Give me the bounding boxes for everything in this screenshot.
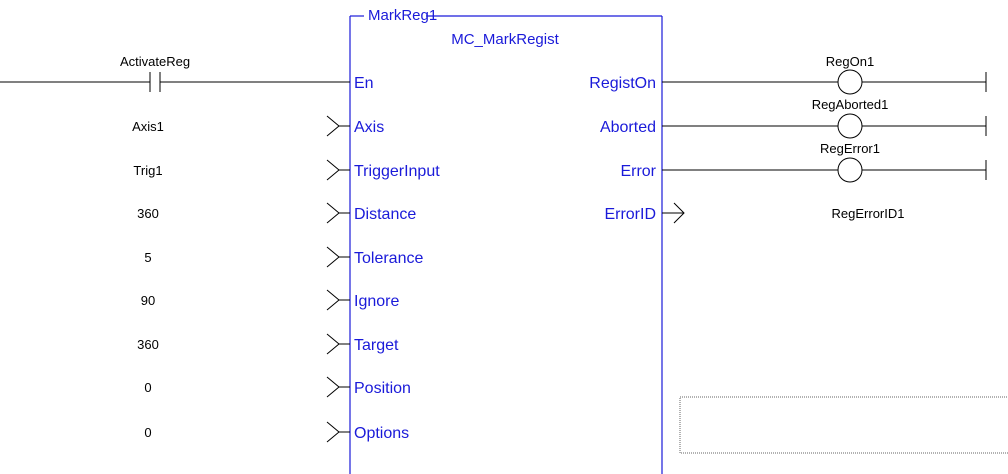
pin-tolerance: Tolerance <box>354 250 423 267</box>
input-value-ignore[interactable]: 90 <box>141 293 155 308</box>
input-tolerance: 5 Tolerance <box>144 246 423 268</box>
output-errorid: ErrorID RegErrorID1 <box>604 202 905 224</box>
input-value-triggerinput[interactable]: Trig1 <box>133 163 162 178</box>
enable-contact-label: ActivateReg <box>120 54 190 69</box>
output-variable-regaborted1[interactable]: RegAborted1 <box>812 97 889 112</box>
input-value-options[interactable]: 0 <box>144 425 151 440</box>
input-value-distance[interactable]: 360 <box>137 206 159 221</box>
output-variable-regerrorid1[interactable]: RegErrorID1 <box>832 206 905 221</box>
input-position: 0 Position <box>144 376 411 398</box>
input-value-axis[interactable]: Axis1 <box>132 119 164 134</box>
output-registon: RegistOn RegOn1 <box>589 54 987 95</box>
enable-rung: ActivateReg En <box>0 54 374 92</box>
input-value-target[interactable]: 360 <box>137 337 159 352</box>
pin-registon: RegistOn <box>589 75 656 92</box>
pin-axis: Axis <box>354 119 384 136</box>
pin-distance: Distance <box>354 206 416 223</box>
pin-target: Target <box>354 337 399 354</box>
pin-en: En <box>354 75 374 92</box>
output-variable-regon1[interactable]: RegOn1 <box>826 54 874 69</box>
coil-icon <box>837 157 863 183</box>
input-ignore: 90 Ignore <box>141 289 399 311</box>
output-error: Error RegError1 <box>620 141 987 183</box>
block-instance-name: MarkReg1 <box>368 7 437 24</box>
pin-triggerinput: TriggerInput <box>354 163 440 180</box>
coil-icon <box>837 69 863 95</box>
input-value-position[interactable]: 0 <box>144 380 151 395</box>
block-type-name: MC_MarkRegist <box>451 31 559 48</box>
coil-icon <box>837 113 863 139</box>
ladder-diagram: MarkReg1 MC_MarkRegist ActivateReg En Ax… <box>0 7 1008 474</box>
input-distance: 360 Distance <box>137 202 416 224</box>
pin-errorid: ErrorID <box>604 206 656 223</box>
input-target: 360 Target <box>137 333 399 355</box>
pin-position: Position <box>354 380 411 397</box>
input-triggerinput: Trig1 TriggerInput <box>133 159 440 181</box>
output-aborted: Aborted RegAborted1 <box>600 97 987 139</box>
pin-options: Options <box>354 425 409 442</box>
output-variable-regerror1[interactable]: RegError1 <box>820 141 880 156</box>
input-value-tolerance[interactable]: 5 <box>144 250 151 265</box>
pin-aborted: Aborted <box>600 119 656 136</box>
pin-error: Error <box>620 163 656 180</box>
input-axis: Axis1 Axis <box>132 115 384 137</box>
input-options: 0 Options <box>144 421 409 443</box>
empty-selection-box[interactable] <box>679 396 1008 454</box>
pin-ignore: Ignore <box>354 293 399 310</box>
